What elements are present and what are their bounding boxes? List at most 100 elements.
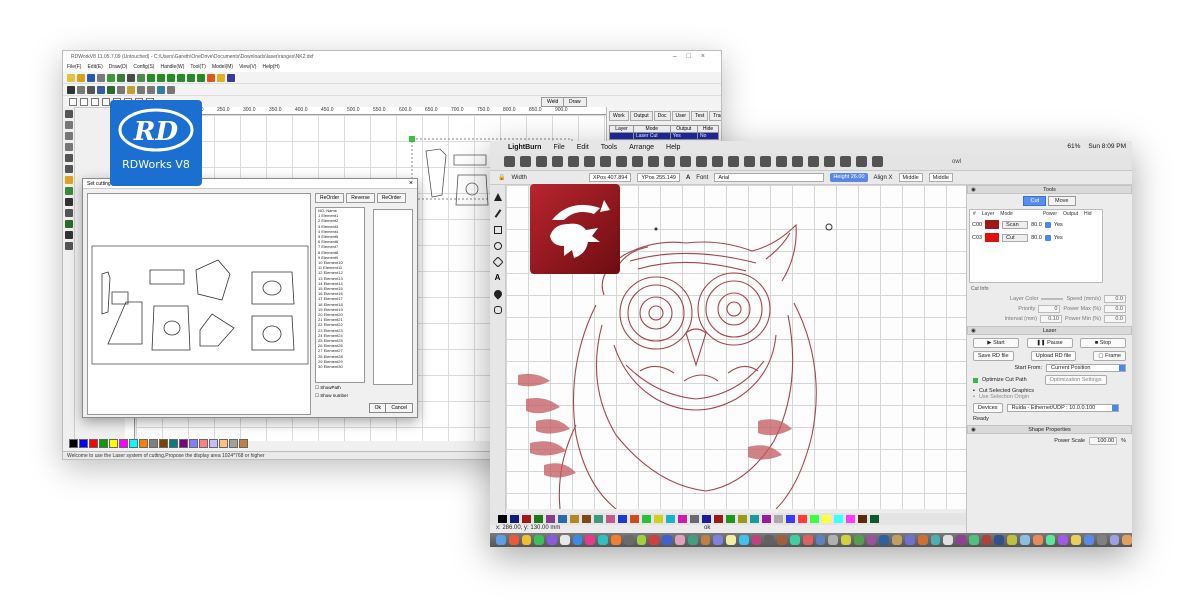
weld-button[interactable]: Weld [541, 97, 565, 107]
color-swatch[interactable] [750, 515, 759, 523]
pause-button[interactable]: ❚❚ Pause [1026, 338, 1073, 348]
color-swatch[interactable] [654, 515, 663, 523]
rd-menu-file[interactable]: File(F) [67, 63, 81, 72]
tab-output[interactable]: Output [629, 111, 653, 121]
reorder-right-button[interactable]: ReOrder [376, 193, 406, 203]
dock-app-icon[interactable] [956, 535, 966, 545]
text-icon[interactable] [167, 85, 175, 94]
node-tool-icon[interactable] [65, 209, 73, 217]
element-list[interactable]: NO. Name 1 Element1 2 Element2 3 Element3 4… [315, 207, 365, 383]
output-checkbox[interactable] [1044, 234, 1051, 241]
move-tab[interactable]: Move [1048, 196, 1076, 206]
dock-app-icon[interactable] [930, 535, 941, 545]
rd-menu-draw[interactable]: Draw(D) [109, 63, 128, 72]
color-swatch[interactable] [786, 515, 795, 523]
color-swatch[interactable] [606, 515, 615, 523]
color-swatch[interactable] [169, 439, 178, 448]
text-tool-icon[interactable] [65, 176, 73, 184]
dock-app-icon[interactable] [508, 535, 519, 545]
dock-app-icon[interactable] [674, 535, 685, 545]
flip-icon[interactable] [792, 156, 803, 167]
color-swatch[interactable] [119, 439, 128, 448]
save-icon[interactable] [87, 73, 95, 82]
output-checkbox[interactable] [1044, 221, 1051, 228]
rd-menu-handle[interactable]: Handle(W) [160, 63, 184, 72]
reverse-button[interactable]: Reverse [346, 193, 375, 203]
color-swatch[interactable] [179, 439, 188, 448]
color-swatch[interactable] [810, 515, 819, 523]
dock-app-icon[interactable] [738, 535, 749, 545]
dock-app-icon[interactable] [968, 535, 979, 545]
delete-icon[interactable] [632, 156, 643, 167]
weld-icon[interactable] [808, 156, 819, 167]
smooth-icon[interactable] [117, 85, 125, 94]
show-number-checkbox[interactable]: ☐ Show number [315, 393, 415, 399]
export-icon[interactable] [107, 73, 115, 82]
optimize-checkbox[interactable] [973, 377, 978, 383]
dock-app-icon[interactable] [1045, 535, 1056, 545]
layer-color-swatch[interactable] [985, 220, 1000, 229]
dock-app-icon[interactable] [521, 535, 532, 545]
tab-test[interactable]: Test [691, 111, 709, 121]
dock-app-icon[interactable] [994, 535, 1005, 545]
copy-icon[interactable] [127, 73, 135, 82]
dock-app-icon[interactable] [879, 535, 890, 545]
color-swatch[interactable] [618, 515, 627, 523]
height-field[interactable]: Height 26.00 [830, 173, 868, 182]
tab-work[interactable]: Work [609, 111, 629, 121]
dock-app-icon[interactable] [892, 535, 902, 545]
tab-doc[interactable]: Doc [653, 111, 671, 121]
color-swatch[interactable] [822, 515, 831, 523]
xpos-field[interactable]: XPos 407.894 [588, 173, 632, 182]
dock-app-icon[interactable] [789, 535, 800, 545]
dock-app-icon[interactable] [547, 535, 557, 545]
rd-menu-edit[interactable]: Edit(E) [87, 63, 102, 72]
import-icon[interactable] [97, 73, 105, 82]
dock-app-icon[interactable] [866, 535, 877, 545]
dock-app-icon[interactable] [905, 535, 915, 545]
align-icon[interactable] [776, 156, 787, 167]
align-top-icon[interactable] [91, 97, 99, 106]
array-icon[interactable] [840, 156, 851, 167]
prop-value-2[interactable]: 0.0 [1104, 305, 1126, 313]
font-field[interactable]: Arial [714, 173, 825, 182]
glasses-icon[interactable] [67, 85, 75, 94]
color-swatch[interactable] [546, 515, 555, 523]
dock-app-icon[interactable] [598, 535, 609, 545]
dock-app-icon[interactable] [726, 535, 736, 545]
color-swatch[interactable] [209, 439, 218, 448]
rd-menu-help[interactable]: Help(H) [262, 63, 279, 72]
color-swatch[interactable] [109, 439, 118, 448]
dock-app-icon[interactable] [700, 535, 711, 545]
rd-menu-model[interactable]: Model(M) [212, 63, 233, 72]
color-swatch[interactable] [129, 439, 138, 448]
dock-app-icon[interactable] [853, 535, 864, 545]
curve-icon[interactable] [107, 85, 115, 94]
ellipse-icon[interactable] [493, 242, 502, 250]
color-swatch[interactable] [738, 515, 747, 523]
zoom-in-icon[interactable] [664, 156, 675, 167]
reorder-button[interactable]: ReOrder [315, 193, 345, 203]
menu-arrange[interactable]: Arrange [629, 144, 654, 151]
color-swatch[interactable] [774, 515, 783, 523]
dock-app-icon[interactable] [841, 535, 851, 545]
layer-row[interactable]: C03 Cut 80.0 Yes [970, 231, 1102, 244]
star-icon[interactable] [217, 73, 225, 82]
rotation-handle[interactable] [825, 223, 833, 231]
prop-value-2[interactable]: 0.0 [1104, 315, 1126, 323]
laser-section-header[interactable]: ◉ Laser [967, 326, 1132, 335]
text-icon[interactable]: A [494, 274, 502, 282]
color-swatch[interactable] [99, 439, 108, 448]
dot-icon[interactable] [157, 85, 165, 94]
ellipse-tool-icon[interactable] [65, 165, 73, 173]
group-icon[interactable] [744, 156, 755, 167]
upload-rd-button[interactable]: Upload RD file [1030, 351, 1077, 361]
color-swatch[interactable] [726, 515, 735, 523]
rd-menu-tool[interactable]: Tool(T) [190, 63, 206, 72]
dock-app-icon[interactable] [777, 535, 787, 545]
pan-icon[interactable] [648, 156, 659, 167]
layer-mode-select[interactable]: Scan [1002, 220, 1029, 229]
color-swatch[interactable] [229, 439, 238, 448]
stop-button[interactable]: ■ Stop [1080, 338, 1126, 348]
align-left-icon[interactable] [69, 97, 77, 106]
